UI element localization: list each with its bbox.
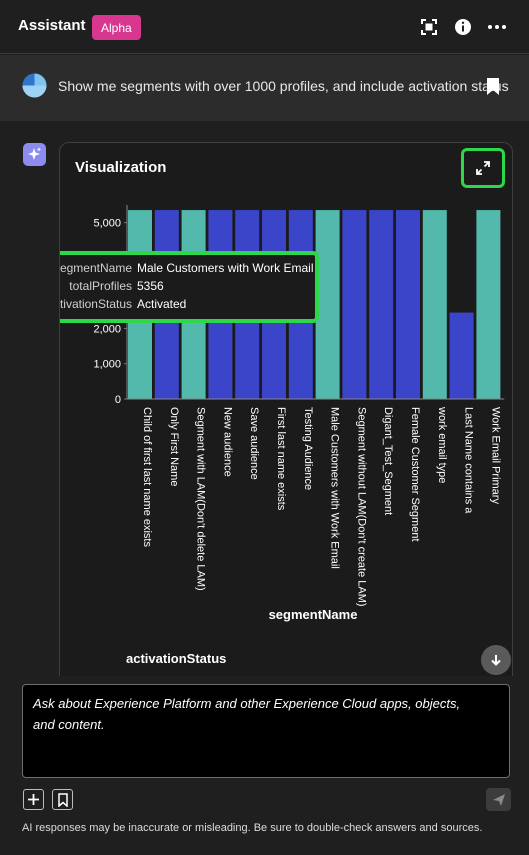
scroll-down-button[interactable]	[481, 645, 511, 675]
plus-icon	[28, 794, 39, 805]
conversation-area: Visualization 01,0002,0003,0004,0005,000…	[0, 121, 529, 676]
prompt-input[interactable]: Ask about Experience Platform and other …	[22, 684, 510, 778]
x-tick-label: Work Email Primary	[489, 407, 501, 504]
chart-bar	[315, 210, 340, 399]
expand-chart-button[interactable]	[461, 148, 505, 188]
visualization-title: Visualization	[75, 159, 167, 176]
add-button[interactable]	[23, 789, 44, 810]
fullscreen-icon[interactable]	[417, 15, 441, 39]
more-icon[interactable]	[485, 15, 509, 39]
user-query-bar: Show me segments with over 1000 profiles…	[0, 55, 529, 121]
disclaimer-text: AI responses may be inaccurate or mislea…	[22, 822, 483, 834]
app-header: Assistant Alpha	[0, 0, 529, 54]
app-title: Assistant	[18, 17, 86, 34]
x-tick-label: Last Name contains a	[463, 407, 475, 514]
tooltip-key: segmentName	[59, 261, 132, 275]
saved-prompts-button[interactable]	[52, 789, 73, 810]
x-tick-label: Child of first last name exists	[141, 407, 153, 547]
tooltip-value: Male Customers with Work Email	[137, 261, 314, 275]
chart-bar	[449, 312, 474, 399]
x-tick-label: Testing Audience	[302, 407, 314, 490]
x-tick-label: First last name exists	[275, 407, 287, 511]
x-tick-label: Save audience	[248, 407, 260, 480]
x-tick-label: Male Customers with Work Email	[329, 407, 341, 569]
tooltip-value: 5356	[137, 279, 164, 293]
y-tick-label: 5,000	[93, 218, 121, 230]
tooltip-key: totalProfiles	[69, 279, 132, 293]
prompt-placeholder: Ask about Experience Platform and other …	[33, 696, 461, 732]
bookmark-outline-icon	[57, 792, 68, 807]
tooltip-value: Activated	[137, 297, 187, 311]
chart-bar	[422, 210, 447, 399]
y-tick-label: 2,000	[93, 323, 121, 335]
alpha-badge: Alpha	[92, 15, 141, 40]
chart-bar	[476, 210, 501, 399]
expand-icon	[476, 161, 490, 175]
assistant-avatar	[23, 143, 46, 166]
x-tick-label: Female Customer Segment	[409, 407, 421, 542]
info-icon[interactable]	[451, 15, 475, 39]
send-button[interactable]	[486, 788, 511, 811]
y-tick-label: 1,000	[93, 359, 121, 371]
x-tick-label: Only First Name	[168, 407, 180, 486]
x-tick-label: work email type	[436, 406, 448, 483]
x-tick-label: Segment without LAM(Don't create LAM)	[355, 407, 367, 607]
chart-bar	[342, 210, 367, 399]
user-pie-icon	[22, 73, 47, 98]
arrow-down-icon	[491, 655, 501, 666]
y-tick-label: 0	[115, 394, 121, 406]
legend-title: activationStatus	[126, 651, 227, 666]
sparkle-icon	[28, 147, 42, 160]
send-icon	[492, 793, 505, 806]
x-tick-label: Segment with LAM(Don't delete LAM)	[195, 407, 207, 591]
user-query-text: Show me segments with over 1000 profiles…	[58, 78, 509, 94]
x-tick-label: New audience	[221, 407, 233, 477]
tooltip-key: activationStatus	[59, 297, 132, 311]
bookmark-icon[interactable]	[486, 77, 500, 96]
chart-tooltip: segmentName Male Customers with Work Emai…	[59, 251, 319, 323]
x-tick-label: Digant_Test_Segment	[382, 407, 394, 515]
visualization-card: Visualization 01,0002,0003,0004,0005,000…	[59, 142, 513, 676]
chart-bar	[369, 210, 394, 399]
x-axis-label: segmentName	[269, 607, 358, 622]
chart-bar	[396, 210, 420, 399]
